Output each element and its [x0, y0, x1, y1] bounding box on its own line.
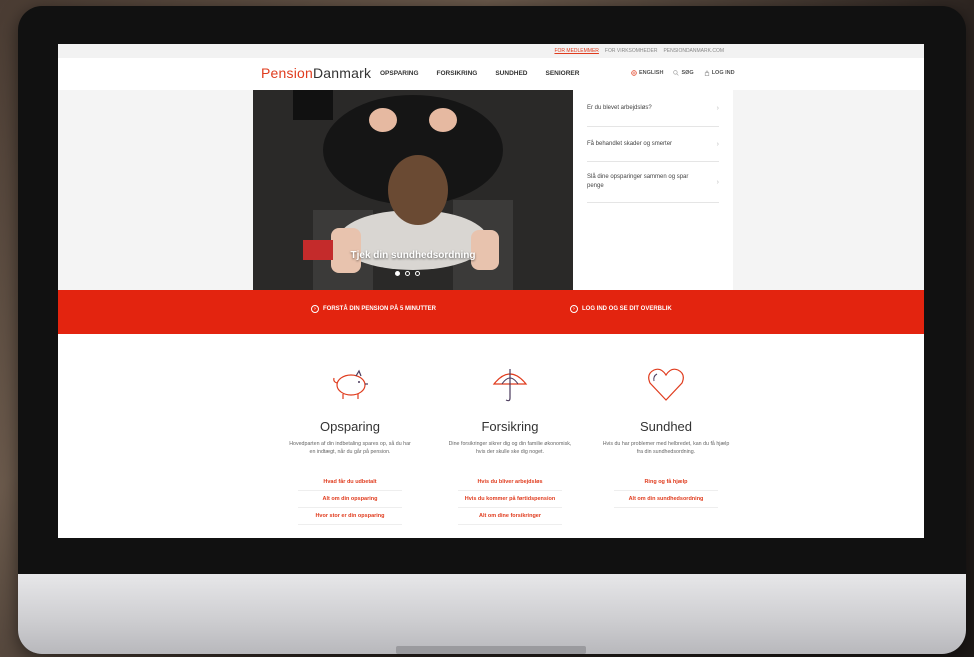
- column-opsparing: Opsparing Hovedparten af din indbetaling…: [280, 334, 420, 525]
- umbrella-icon: [492, 369, 528, 402]
- main-menu: OPSPARING FORSIKRING SUNDHED SENIORER: [380, 70, 579, 77]
- search-link[interactable]: SØG: [673, 70, 694, 76]
- menu-item-sundhed[interactable]: SUNDHED: [495, 70, 527, 77]
- lock-icon: [704, 70, 709, 76]
- search-label: SØG: [681, 70, 694, 76]
- menu-item-forsikring[interactable]: FORSIKRING: [437, 70, 478, 77]
- utility-link-com[interactable]: PENSIONDANMARK.COM: [663, 48, 724, 54]
- column-title: Forsikring: [481, 419, 539, 434]
- column-title: Opsparing: [320, 419, 380, 434]
- column-link[interactable]: Ring og få hjælp: [614, 474, 718, 491]
- utility-link-members[interactable]: FOR MEDLEMMER: [554, 48, 598, 54]
- arrow-circle-icon: ›: [570, 305, 578, 313]
- column-link[interactable]: Alt om din sundhedsordning: [614, 491, 718, 508]
- feature-columns: Opsparing Hovedparten af din indbetaling…: [58, 334, 924, 538]
- utility-bar: FOR MEDLEMMER FOR VIRKSOMHEDER PENSIONDA…: [58, 44, 924, 58]
- arrow-circle-icon: ›: [311, 305, 319, 313]
- quicklink-item[interactable]: Få behandlet skader og smerter ›: [587, 127, 719, 162]
- main-navigation: PensionDanmark OPSPARING FORSIKRING SUND…: [58, 58, 924, 91]
- column-forsikring: Forsikring Dine forsikringer sikrer dig …: [440, 334, 580, 525]
- piggy-bank-icon: [333, 369, 368, 399]
- hero-caption[interactable]: Tjek din sundhedsordning: [253, 250, 573, 261]
- chevron-right-icon: ›: [716, 104, 719, 112]
- menu-item-opsparing[interactable]: OPSPARING: [380, 70, 419, 77]
- column-link[interactable]: Alt om din opsparing: [298, 491, 402, 508]
- quicklink-label: Få behandlet skader og smerter: [587, 141, 673, 147]
- quicklink-item[interactable]: Er du blevet arbejdsløs? ›: [587, 90, 719, 127]
- english-link[interactable]: ENGLISH: [631, 70, 663, 76]
- column-link[interactable]: Hvor stor er din opsparing: [298, 508, 402, 525]
- heart-icon: [648, 368, 684, 401]
- browser-screen: FOR MEDLEMMER FOR VIRKSOMHEDER PENSIONDA…: [58, 44, 924, 538]
- logo-part-danmark: Danmark: [313, 65, 372, 81]
- hero-section: Tjek din sundhedsordning Er du blevet ar…: [58, 90, 924, 290]
- column-description: Dine forsikringer sikrer dig og din fami…: [448, 441, 572, 455]
- column-sundhed: Sundhed Hvis du har problemer med helbre…: [596, 334, 736, 508]
- login-overview-label: LOG IND OG SE DIT OVERBLIK: [582, 306, 672, 312]
- carousel-dot-1[interactable]: [395, 271, 400, 276]
- carousel-dots: [395, 271, 420, 276]
- column-link[interactable]: Hvis du kommer på førtidspension: [458, 491, 562, 508]
- understand-pension-link[interactable]: › FORSTÅ DIN PENSION PÅ 5 MINUTTER: [311, 305, 436, 313]
- login-label: LOG IND: [711, 70, 735, 76]
- login-link[interactable]: LOG IND: [704, 70, 735, 76]
- english-label: ENGLISH: [639, 70, 664, 76]
- column-description: Hovedparten af din indbetaling spares op…: [289, 441, 411, 455]
- utility-link-companies[interactable]: FOR VIRKSOMHEDER: [605, 48, 658, 54]
- hero-quicklinks: Er du blevet arbejdsløs? › Få behandlet …: [573, 90, 733, 290]
- column-link[interactable]: Alt om dine forsikringer: [458, 508, 562, 525]
- monitor-chin: [18, 574, 966, 654]
- search-icon: [673, 70, 680, 76]
- column-link[interactable]: Hvad får du udbetalt: [298, 474, 402, 491]
- utility-nav: ENGLISH SØG LOG IND: [631, 70, 735, 76]
- carousel-dot-3[interactable]: [415, 271, 420, 276]
- column-title: Sundhed: [639, 419, 693, 434]
- logo-part-pension: Pension: [261, 65, 313, 81]
- menu-item-seniorer[interactable]: SENIORER: [546, 70, 580, 77]
- quicklink-label: Slå dine opsparinger sammen og spar peng…: [587, 174, 689, 189]
- understand-pension-label: FORSTÅ DIN PENSION PÅ 5 MINUTTER: [323, 306, 437, 312]
- hero-carousel-image[interactable]: Tjek din sundhedsordning: [253, 90, 573, 290]
- column-description: Hvis du har problemer med helbredet, kan…: [602, 441, 730, 455]
- monitor-stand: [396, 646, 586, 654]
- quicklink-label: Er du blevet arbejdsløs?: [587, 105, 652, 111]
- chevron-right-icon: ›: [716, 140, 719, 148]
- pensiondanmark-logo[interactable]: PensionDanmark: [261, 65, 371, 81]
- quicklink-item[interactable]: Slå dine opsparinger sammen og spar peng…: [587, 162, 719, 203]
- login-overview-link[interactable]: › LOG IND OG SE DIT OVERBLIK: [570, 305, 672, 313]
- chevron-right-icon: ›: [716, 178, 719, 186]
- column-link[interactable]: Hvis du bliver arbejdsløs: [458, 474, 562, 491]
- cta-band: › FORSTÅ DIN PENSION PÅ 5 MINUTTER › LOG…: [58, 290, 924, 334]
- carousel-dot-2[interactable]: [405, 271, 410, 276]
- globe-icon: [631, 70, 637, 76]
- monitor-frame: FOR MEDLEMMER FOR VIRKSOMHEDER PENSIONDA…: [18, 6, 966, 654]
